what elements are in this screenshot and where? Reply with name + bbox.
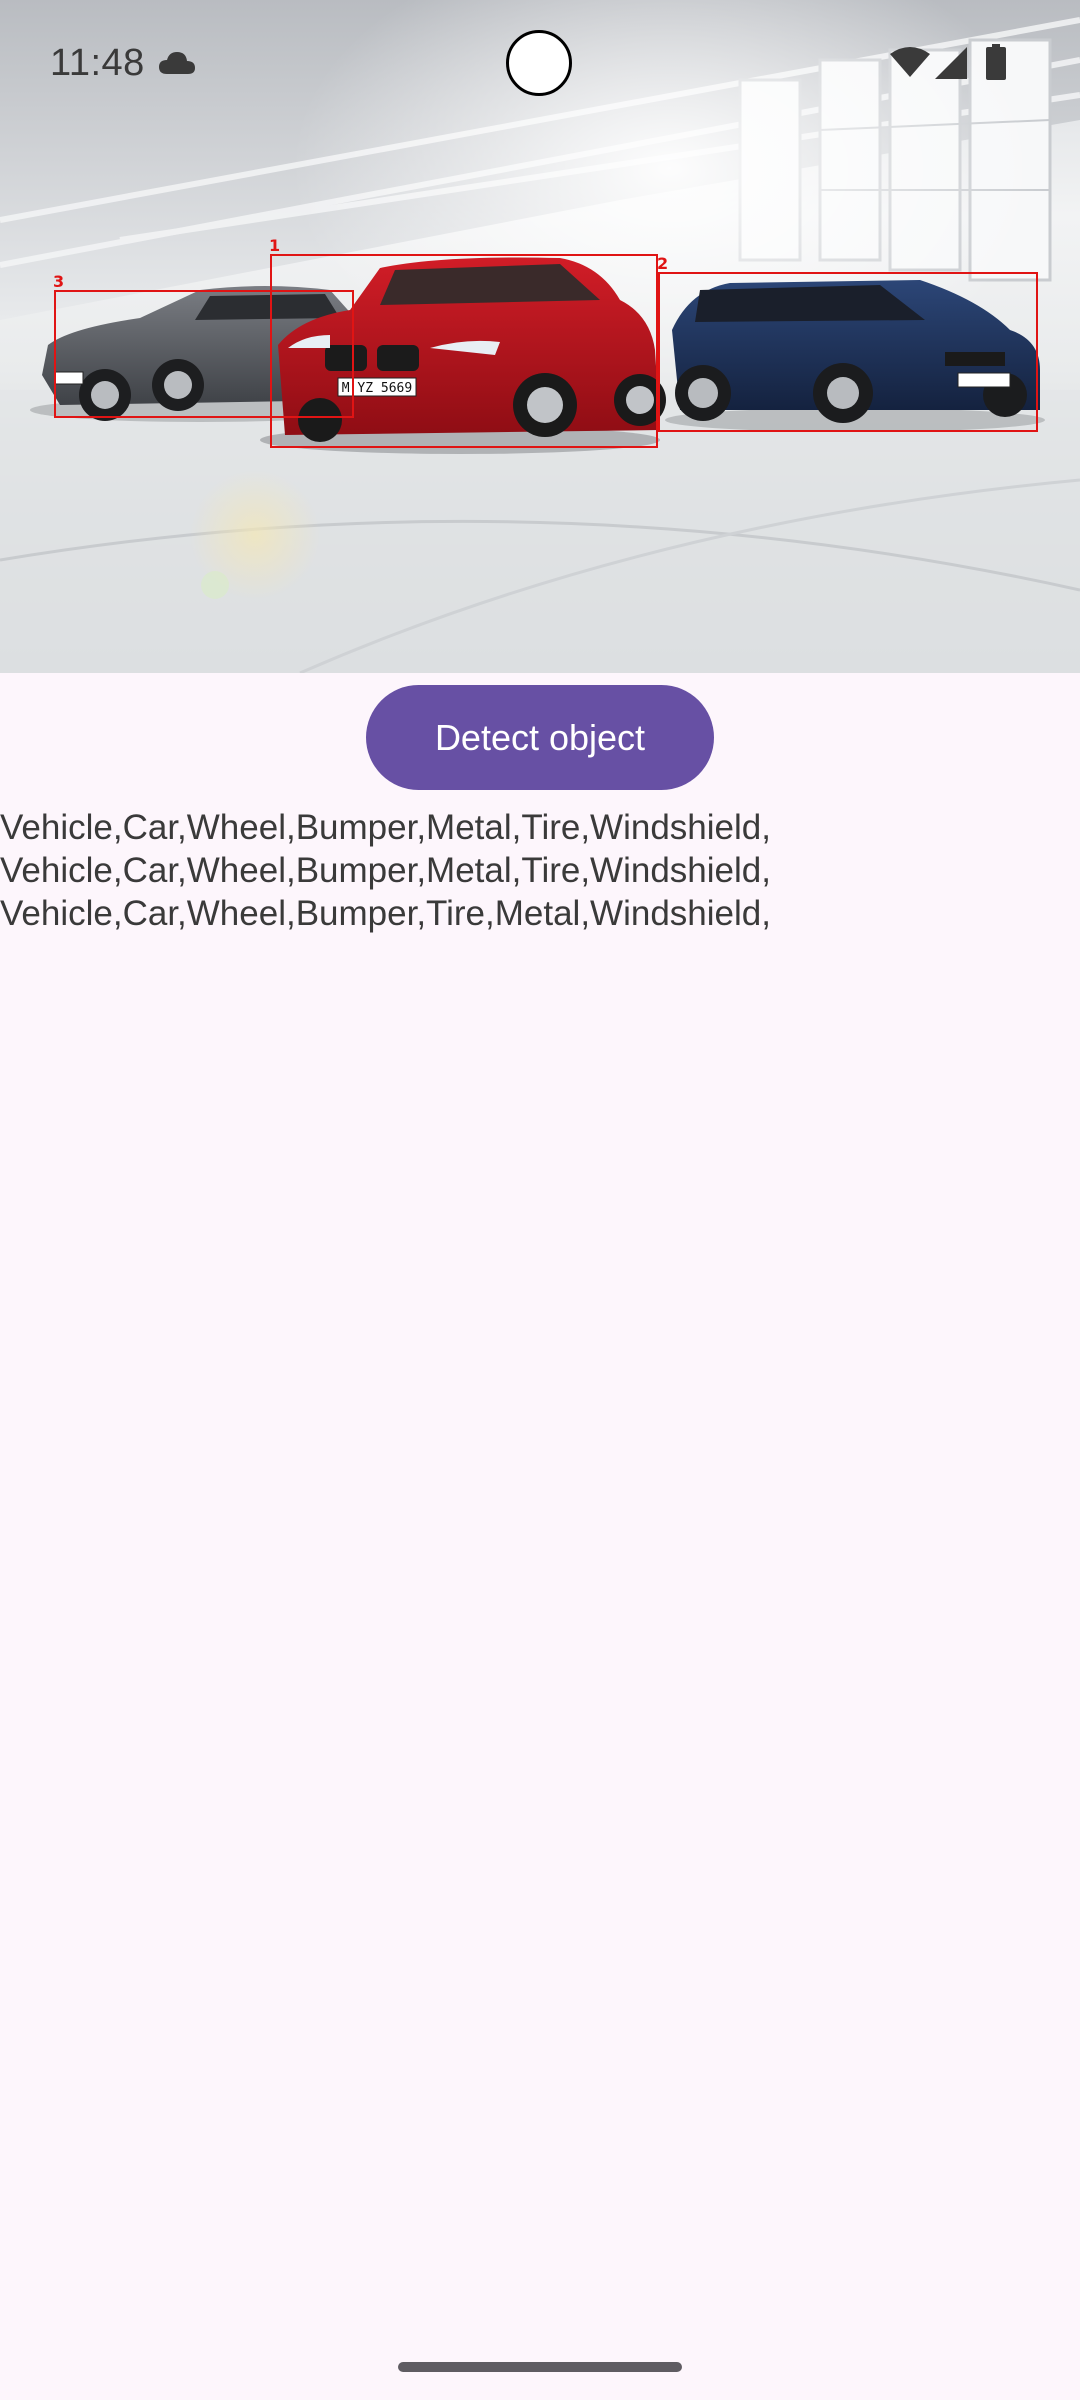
gesture-nav-handle[interactable]	[398, 2362, 682, 2372]
result-line-3: Vehicle,Car,Wheel,Bumper,Tire,Metal,Wind…	[0, 894, 771, 933]
result-line-1: Vehicle,Car,Wheel,Bumper,Metal,Tire,Wind…	[0, 808, 771, 847]
detection-box-3	[54, 290, 354, 418]
battery-icon	[986, 44, 1006, 80]
detection-label-3: 3	[53, 272, 65, 291]
detection-box-2	[658, 272, 1038, 432]
cloud-icon	[159, 52, 195, 74]
wifi-icon	[890, 47, 930, 77]
cellular-signal-icon	[935, 47, 967, 79]
detect-object-button[interactable]: Detect object	[366, 685, 714, 790]
detection-label-2: 2	[657, 254, 669, 273]
detection-label-1: 1	[269, 236, 281, 255]
camera-cutout	[506, 30, 572, 96]
result-line-2: Vehicle,Car,Wheel,Bumper,Metal,Tire,Wind…	[0, 851, 771, 890]
results-list: Vehicle,Car,Wheel,Bumper,Metal,Tire,Wind…	[0, 806, 1080, 935]
status-bar: 11:48	[0, 0, 1080, 130]
status-time: 11:48	[50, 42, 145, 84]
